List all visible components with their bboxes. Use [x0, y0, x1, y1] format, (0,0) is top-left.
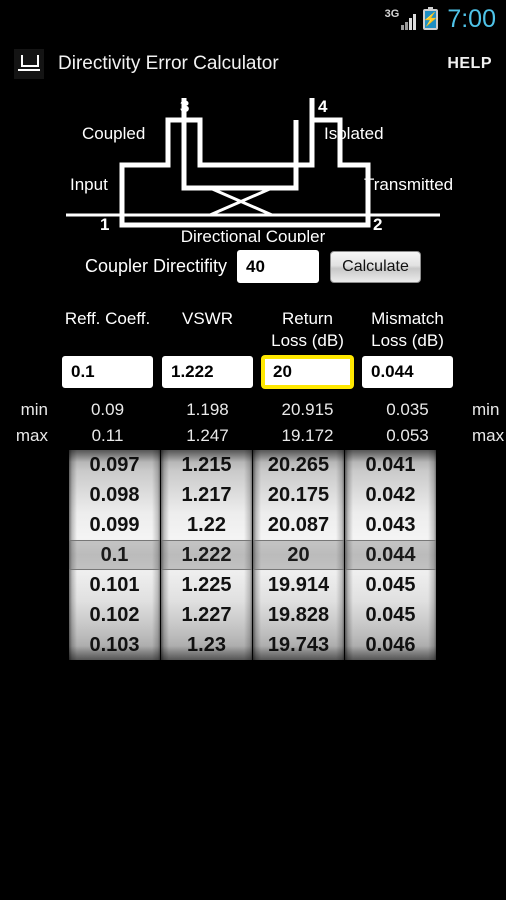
- column-header-line2: Loss (dB): [371, 331, 444, 350]
- min-label-left: min: [20, 400, 48, 419]
- max-row: max 0.11 1.247 19.172 0.053 max: [0, 426, 506, 446]
- wheel-item[interactable]: 0.102: [69, 600, 160, 630]
- wheel-item[interactable]: 19.828: [253, 600, 344, 630]
- min-row: min 0.09 1.198 20.915 0.035 min: [0, 400, 506, 420]
- value-wheels: 0.097 0.098 0.099 0.1 0.101 0.102 0.103 1.215 1…: [69, 450, 437, 660]
- max-vswr: 1.247: [186, 426, 229, 445]
- app-icon-base-line: [18, 69, 40, 71]
- diagram-label-transmitted: Transmitted: [364, 175, 453, 194]
- coupler-directivity-row: Coupler Directifity Calculate: [0, 250, 506, 283]
- app-icon-u-shape: [21, 55, 39, 67]
- wheel-item[interactable]: 0.098: [69, 480, 160, 510]
- signal-bars-glyph: [400, 13, 417, 30]
- wheel-bottom-shadow: [345, 646, 436, 660]
- wheel-item[interactable]: 1.227: [161, 600, 252, 630]
- column-header-line1: Reff. Coeff.: [64, 309, 151, 328]
- status-clock: 7:00: [447, 4, 496, 33]
- calculate-button[interactable]: Calculate: [330, 250, 422, 283]
- max-label-right: max: [472, 426, 505, 445]
- wheel-selected-item[interactable]: 0.1: [69, 540, 160, 570]
- wheel-bottom-shadow: [253, 646, 344, 660]
- wheel-selected-item[interactable]: 1.222: [161, 540, 252, 570]
- reflection-coefficient-input[interactable]: [62, 356, 153, 388]
- diagram-label-input: Input: [70, 175, 108, 194]
- min-return-loss: 20.915: [281, 400, 334, 419]
- battery-charging-icon: ⚡: [422, 6, 439, 30]
- diagram-label-isolated: Isolated: [324, 124, 384, 143]
- column-header-line1: Mismatch: [371, 309, 444, 328]
- diagram-port-1: 1: [100, 215, 109, 234]
- column-header: Return Loss (dB): [262, 308, 353, 354]
- wheel-item[interactable]: 20.087: [253, 510, 344, 540]
- column-header-line2: Loss (dB): [271, 331, 344, 350]
- max-return-loss: 19.172: [281, 426, 334, 445]
- directional-coupler-diagram: Coupled Isolated Input Transmitted 3 4 1…: [0, 90, 506, 242]
- return-loss-wheel[interactable]: 20.265 20.175 20.087 20 19.914 19.828 19.743: [253, 450, 344, 660]
- diagram-port-2: 2: [373, 215, 382, 234]
- wheel-top-shadow: [161, 450, 252, 462]
- wheel-item[interactable]: 1.22: [161, 510, 252, 540]
- column-mismatch-loss: Mismatch Loss (dB): [362, 308, 453, 388]
- min-label-right: min: [472, 400, 500, 419]
- wheel-item[interactable]: 20.175: [253, 480, 344, 510]
- coupler-directivity-input[interactable]: [237, 250, 320, 283]
- column-return-loss: Return Loss (dB): [262, 308, 353, 388]
- reflection-coefficient-wheel[interactable]: 0.097 0.098 0.099 0.1 0.101 0.102 0.103: [69, 450, 160, 660]
- wheel-item[interactable]: 0.043: [345, 510, 436, 540]
- vswr-input[interactable]: [162, 356, 253, 388]
- wheel-selected-item[interactable]: 20: [253, 540, 344, 570]
- wheel-item[interactable]: 0.101: [69, 570, 160, 600]
- help-button[interactable]: HELP: [447, 55, 492, 73]
- mismatch-loss-input[interactable]: [362, 356, 453, 388]
- wheel-top-shadow: [69, 450, 160, 462]
- max-reflection-coefficient: 0.11: [91, 426, 124, 445]
- min-vswr: 1.198: [186, 400, 229, 419]
- wheel-selected-item[interactable]: 0.044: [345, 540, 436, 570]
- return-loss-input[interactable]: [262, 356, 353, 388]
- column-header: VSWR: [162, 308, 253, 354]
- action-bar: Directivity Error Calculator HELP: [0, 38, 506, 90]
- coupler-directivity-label: Coupler Directifity: [84, 256, 228, 276]
- wheel-item[interactable]: 0.045: [345, 600, 436, 630]
- diagram-caption: Directional Coupler: [181, 227, 326, 242]
- wheel-top-shadow: [345, 450, 436, 462]
- wheel-bottom-shadow: [69, 646, 160, 660]
- wheel-top-shadow: [253, 450, 344, 462]
- diagram-port-3: 3: [180, 97, 189, 116]
- app-screen: 3G ⚡ 7:00 Directivity Error Calculator H…: [0, 0, 506, 900]
- wheel-rows: 0.041 0.042 0.043 0.044 0.045 0.045 0.046: [345, 450, 436, 660]
- diagram-port-4: 4: [318, 97, 328, 116]
- wheel-item[interactable]: 19.914: [253, 570, 344, 600]
- signal-bars-icon: 3G: [385, 8, 417, 30]
- column-header-line1: Return: [281, 309, 334, 328]
- status-bar: 3G ⚡ 7:00: [0, 0, 506, 38]
- max-label-left: max: [15, 426, 48, 445]
- page-title: Directivity Error Calculator: [58, 53, 279, 74]
- mismatch-loss-wheel[interactable]: 0.041 0.042 0.043 0.044 0.045 0.045 0.046: [345, 450, 436, 660]
- vswr-wheel[interactable]: 1.215 1.217 1.22 1.222 1.225 1.227 1.23: [161, 450, 252, 660]
- wheel-item[interactable]: 0.042: [345, 480, 436, 510]
- wheel-bottom-shadow: [161, 646, 252, 660]
- wheel-rows: 0.097 0.098 0.099 0.1 0.101 0.102 0.103: [69, 450, 160, 660]
- max-mismatch-loss: 0.053: [386, 426, 429, 445]
- coupler-app-icon[interactable]: [14, 49, 44, 79]
- wheel-item[interactable]: 1.225: [161, 570, 252, 600]
- min-reflection-coefficient: 0.09: [90, 400, 125, 419]
- network-type-label: 3G: [384, 8, 400, 20]
- column-header-line1: VSWR: [182, 309, 233, 328]
- wheel-rows: 1.215 1.217 1.22 1.222 1.225 1.227 1.23: [161, 450, 252, 660]
- coupler-svg: Coupled Isolated Input Transmitted 3 4 1…: [66, 97, 453, 242]
- column-reflection-coefficient: Reff. Coeff.: [62, 308, 153, 388]
- bolt-glyph: ⚡: [422, 11, 439, 27]
- results-columns: Reff. Coeff. VSWR Return Loss (dB) Misma…: [62, 308, 453, 388]
- wheel-rows: 20.265 20.175 20.087 20 19.914 19.828 19.743: [253, 450, 344, 660]
- column-vswr: VSWR: [162, 308, 253, 388]
- wheel-item[interactable]: 0.099: [69, 510, 160, 540]
- column-header: Reff. Coeff.: [62, 308, 153, 354]
- wheel-item[interactable]: 1.217: [161, 480, 252, 510]
- wheel-item[interactable]: 0.045: [345, 570, 436, 600]
- diagram-label-coupled: Coupled: [82, 124, 145, 143]
- column-header: Mismatch Loss (dB): [362, 308, 453, 354]
- min-mismatch-loss: 0.035: [386, 400, 429, 419]
